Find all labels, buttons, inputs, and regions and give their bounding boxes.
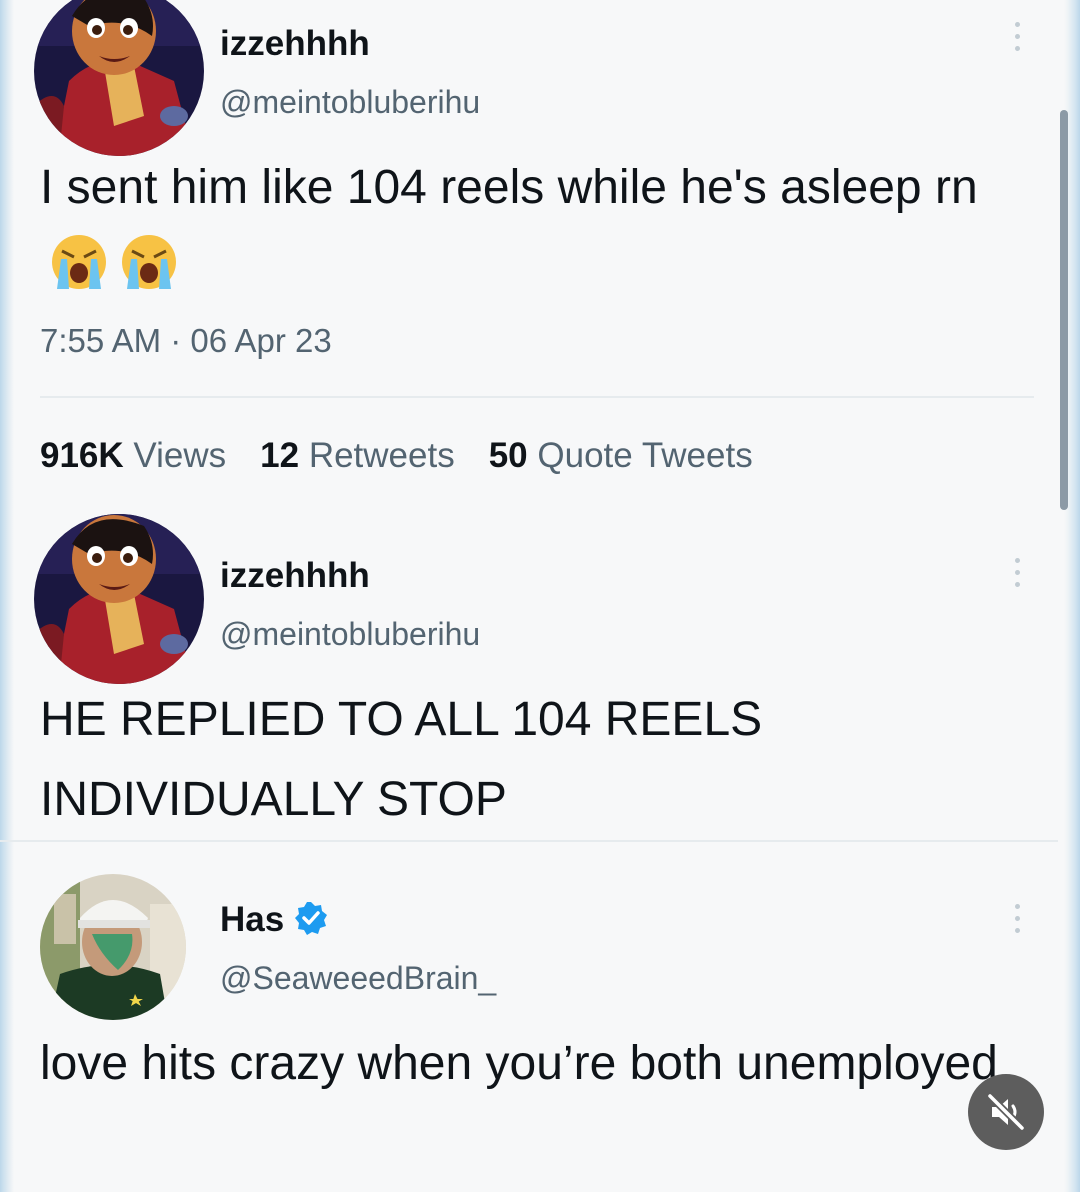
divider (40, 396, 1034, 398)
user-handle[interactable]: @SeaweeedBrain_ (220, 960, 496, 997)
speaker-muted-icon[interactable] (968, 1074, 1044, 1150)
tweet-text: HE REPLIED TO ALL 104 REELS INDIVIDUALLY… (40, 693, 763, 826)
tweet-text: love hits crazy when you’re both unemplo… (40, 1037, 998, 1090)
user-handle[interactable]: @meintobluberihu (220, 84, 480, 121)
tweet-text-content: I sent him like 104 reels while he's asl… (40, 161, 978, 214)
quote-tweets-stat[interactable]: 50 Quote Tweets (489, 436, 753, 476)
avatar[interactable] (34, 514, 204, 684)
tweet-timestamp[interactable]: 7:55 AM · 06 Apr 23 (40, 322, 332, 360)
tweet-text: I sent him like 104 reels while he's asl… (40, 148, 1000, 318)
more-options-icon[interactable] (1012, 904, 1022, 933)
avatar[interactable] (40, 874, 186, 1020)
tweet-stats: 916K Views 12 Retweets 50 Quote Tweets (40, 436, 753, 476)
verified-badge-icon[interactable] (294, 901, 328, 944)
user-handle[interactable]: @meintobluberihu (220, 616, 480, 653)
scrollbar[interactable] (1060, 110, 1068, 510)
views-stat[interactable]: 916K Views (40, 436, 226, 476)
avatar[interactable] (34, 0, 204, 156)
tweet-card[interactable]: Has @SeaweeedBrain_ love hits crazy when… (0, 842, 1058, 1192)
display-name[interactable]: izzehhhh (220, 24, 370, 64)
tweet-card[interactable]: izzehhhh @meintobluberihu HE REPLIED TO … (0, 500, 1058, 838)
display-name[interactable]: izzehhhh (220, 556, 370, 596)
screenshot-frame: izzehhhh @meintobluberihu I sent him lik… (0, 0, 1080, 1192)
tweet-card[interactable]: izzehhhh @meintobluberihu I sent him lik… (0, 0, 1058, 500)
display-name[interactable]: Has (220, 900, 328, 944)
display-name-text: Has (220, 900, 285, 939)
avatar-image (34, 0, 204, 156)
retweets-stat[interactable]: 12 Retweets (260, 436, 455, 476)
avatar-image (40, 874, 186, 1020)
avatar-image (34, 514, 204, 684)
more-options-icon[interactable] (1012, 558, 1022, 587)
loudly-crying-face-icon (48, 231, 110, 318)
more-options-icon[interactable] (1012, 22, 1022, 51)
loudly-crying-face-icon (118, 231, 180, 318)
